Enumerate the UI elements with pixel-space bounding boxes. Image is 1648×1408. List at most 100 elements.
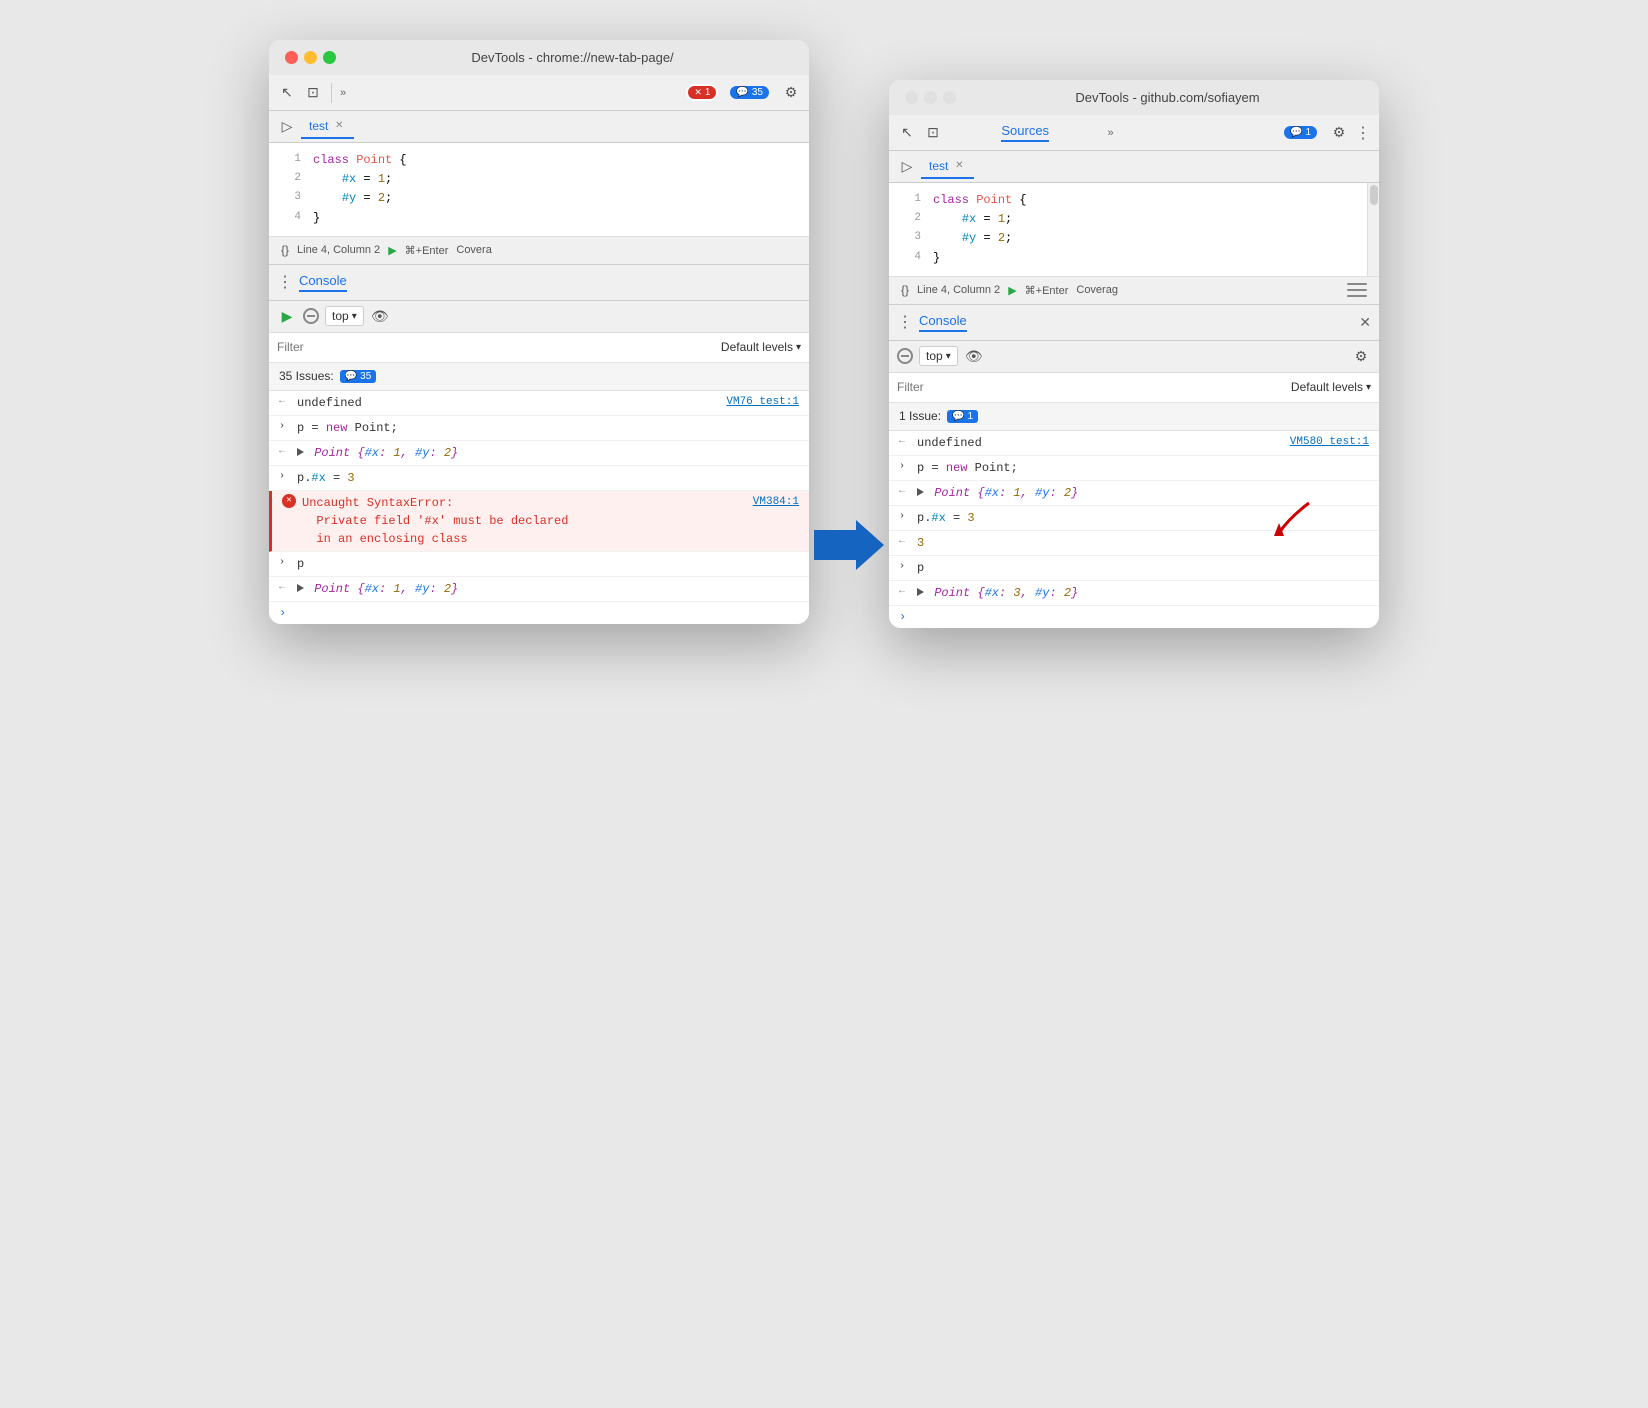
scrollbar-2[interactable] (1367, 183, 1379, 276)
tab-test-2-label: test (929, 159, 948, 173)
w2-expand-triangle-1 (917, 488, 924, 496)
w2-arrow-out-4: ← (899, 584, 911, 599)
console-badge-2[interactable]: 💬 1 (1284, 126, 1317, 139)
window2-issues-bar: 1 Issue: 💬 1 (889, 403, 1379, 431)
minimize-button-2[interactable] (924, 91, 937, 104)
no-entry-icon-1[interactable] (303, 308, 319, 324)
braces-icon-1[interactable]: {} (281, 243, 289, 257)
w2-link-vm580[interactable]: VM580 test:1 (1290, 434, 1369, 451)
tab-close-1[interactable]: ✕ (332, 119, 346, 133)
w2-code-line-4: 4 } (889, 249, 1379, 268)
w2-arrow-out-3: ← (899, 534, 911, 549)
close-icon-2[interactable]: ✕ (1359, 314, 1371, 331)
close-button-2[interactable] (905, 91, 918, 104)
tab-test-2[interactable]: test ✕ (921, 155, 974, 179)
w2-code-content-3: #y = 2; (933, 229, 1371, 248)
window1-titlebar: DevTools - chrome://new-tab-page/ (269, 40, 809, 75)
layers-icon-2[interactable]: ⊡ (923, 123, 943, 143)
console-line-input-1: › p = new Point; (269, 416, 809, 441)
window2-console-output: ← undefined VM580 test:1 › p = new Point… (889, 431, 1379, 628)
window1-title: DevTools - chrome://new-tab-page/ (352, 50, 793, 65)
w2-console-line-point-2: ← Point {#x: 3, #y: 2} (889, 581, 1379, 606)
w2-point-text-2: Point {#x: 3, #y: 2} (917, 584, 1369, 602)
w2-arrow-in-1: › (899, 459, 911, 474)
dots-icon-1[interactable]: ⋮ (277, 272, 293, 292)
more-tools-chevron-2[interactable]: » (1107, 127, 1113, 139)
output-text-1: undefined (297, 394, 720, 412)
window1-main-toolbar: ↖ ⊡ » ✕ 1 💬 35 ⚙ (269, 75, 809, 111)
window2-main-toolbar: ↖ ⊡ Sources » 💬 1 ⚙ ⋮ (889, 115, 1379, 151)
minimize-button-1[interactable] (304, 51, 317, 64)
no-entry-icon-2[interactable] (897, 348, 913, 364)
cursor-icon[interactable]: ↖ (277, 83, 297, 103)
issues-badge-bar-2[interactable]: 💬 1 (947, 410, 978, 423)
link-vm76-1[interactable]: VM76 test:1 (726, 394, 799, 411)
code-line-2: 2 #x = 1; (269, 170, 809, 189)
sources-tab-label[interactable]: Sources (1001, 123, 1049, 142)
gear-icon-1[interactable]: ⚙ (781, 83, 801, 103)
issues-badge-bar-1[interactable]: 💬 35 (340, 370, 377, 383)
console-title-2: Console (919, 313, 967, 332)
scrollbar-thumb-2[interactable] (1370, 185, 1378, 205)
expand-icon-2[interactable] (1347, 283, 1367, 297)
close-button-1[interactable] (285, 51, 298, 64)
point-text-1: Point {#x: 1, #y: 2} (297, 444, 799, 462)
default-levels-label-1: Default levels (721, 340, 793, 354)
traffic-lights-2 (905, 91, 956, 104)
error-icon-1: ✕ (282, 494, 296, 508)
more-tools-chevron[interactable]: » (340, 87, 346, 99)
console-title-1: Console (299, 273, 347, 292)
status-text-1: Line 4, Column 2 (297, 244, 380, 256)
console-badge-1[interactable]: 💬 35 (730, 86, 769, 99)
line-num-4: 4 (277, 209, 301, 227)
maximize-button-2[interactable] (943, 91, 956, 104)
w2-code-line-2: 2 #x = 1; (889, 210, 1379, 229)
default-levels-1[interactable]: Default levels ▾ (721, 340, 801, 354)
w2-console-prompt: › (889, 606, 1379, 628)
resize-handle-2[interactable] (1347, 283, 1367, 297)
run-icon-1[interactable]: ▶ (388, 244, 396, 257)
link-vm384-1[interactable]: VM384:1 (753, 494, 799, 511)
comment-icon-1: 💬 (736, 87, 748, 98)
issues-badge-1[interactable]: ✕ 1 (686, 84, 718, 101)
w2-console-line-p: › p (889, 556, 1379, 581)
dots-icon-2[interactable]: ⋮ (897, 312, 913, 332)
code-line-4: 4 } (269, 209, 809, 228)
assign-text-1: p.#x = 3 (297, 469, 799, 487)
console-count-1: 35 (752, 87, 763, 98)
tab-test-1[interactable]: test ✕ (301, 115, 354, 139)
window1-console-toolbar: ▶ top ▾ 👁 (269, 301, 809, 333)
red-arrow-annotation (1269, 498, 1319, 538)
run-icon-2[interactable]: ▶ (1008, 284, 1016, 297)
tab-close-2[interactable]: ✕ (952, 159, 966, 173)
top-dropdown-1[interactable]: top ▾ (325, 306, 364, 326)
w2-input-text-1: p = new Point; (917, 459, 1369, 477)
cursor-icon-2[interactable]: ↖ (897, 123, 917, 143)
w2-arrow-in-2: › (899, 509, 911, 524)
prompt-symbol-1: › (279, 606, 286, 620)
window1-code: 1 class Point { 2 #x = 1; 3 #y = 2; 4 (269, 143, 809, 237)
default-levels-chevron-2: ▾ (1366, 382, 1371, 393)
sidebar-toggle-2[interactable]: ▷ (897, 157, 917, 177)
w2-code-content-1: class Point { (933, 191, 1371, 210)
comment-icon-bar-2: 💬 (952, 411, 964, 422)
play-icon-1[interactable]: ▶ (277, 306, 297, 326)
top-dropdown-2[interactable]: top ▾ (919, 346, 958, 366)
eye-icon-2[interactable]: 👁 (964, 346, 984, 366)
eye-icon-1[interactable]: 👁 (370, 306, 390, 326)
gear-icon-2[interactable]: ⚙ (1329, 123, 1349, 143)
filter-input-1[interactable] (277, 340, 713, 354)
default-levels-2[interactable]: Default levels ▾ (1291, 380, 1371, 394)
gear-icon-console-2[interactable]: ⚙ (1351, 346, 1371, 366)
dots-icon-toolbar-2[interactable]: ⋮ (1355, 123, 1371, 143)
issues-badge-count-2: 1 (967, 411, 973, 422)
layers-icon[interactable]: ⊡ (303, 83, 323, 103)
sidebar-toggle-1[interactable]: ▷ (277, 117, 297, 137)
top-chevron-2: ▾ (946, 351, 951, 362)
braces-icon-2[interactable]: {} (901, 283, 909, 297)
window1-console-header: ⋮ Console (269, 265, 809, 301)
top-label-2: top (926, 349, 943, 363)
arrow-in-3: › (279, 555, 291, 570)
maximize-button-1[interactable] (323, 51, 336, 64)
filter-input-2[interactable] (897, 380, 1283, 394)
